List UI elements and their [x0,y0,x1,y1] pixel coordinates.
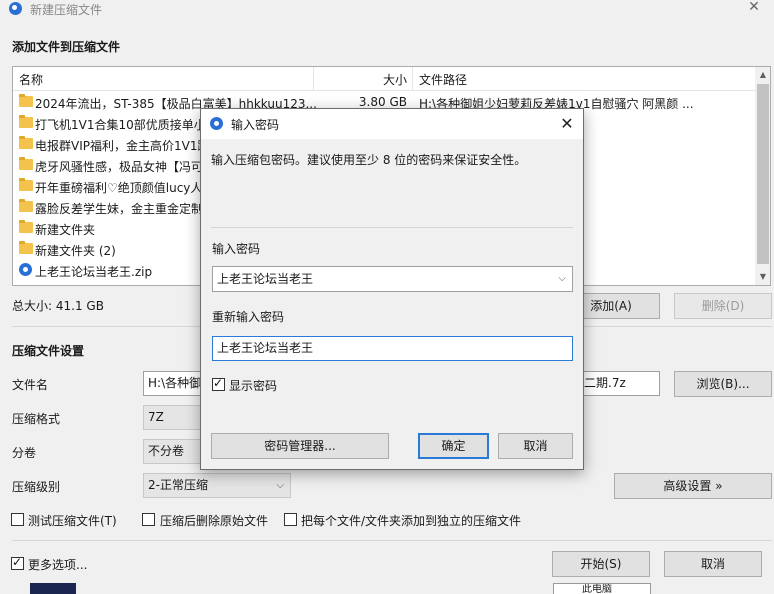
filename-value: H:\各种御 [148,376,202,390]
folder-icon [19,115,33,128]
password-input[interactable]: 上老王论坛当老王 ⌵ [212,266,573,292]
settings-heading: 压缩文件设置 [12,344,85,358]
browse-button[interactable]: 浏览(B)... [674,371,772,397]
test-archive-label: 测试压缩文件(T) [28,514,117,528]
password-dialog: 输入密码 ✕ 输入压缩包密码。建议使用至少 8 位的密码来保证安全性。 输入密码… [200,108,584,470]
level-select[interactable]: 2-正常压缩 ⌵ [143,473,291,498]
confirm-password-label: 重新输入密码 [212,310,285,324]
level-label: 压缩级别 [12,480,61,494]
confirm-password-value: 上老王论坛当老王 [217,341,314,355]
main-cancel-button[interactable]: 取消 [664,551,762,577]
filename-tail: 二期.7z [584,376,626,390]
folder-icon [19,136,33,149]
split-label: 分卷 [12,446,37,460]
chevron-down-icon: ⌵ [276,480,284,491]
remove-button[interactable]: 删除(D) [674,293,772,319]
dialog-cancel-button[interactable]: 取消 [498,433,573,459]
scroll-down-arrow-icon[interactable]: ▼ [755,269,770,285]
app-logo-icon [9,2,22,15]
dialog-hint: 输入压缩包密码。建议使用至少 8 位的密码来保证安全性。 [211,153,527,167]
format-label: 压缩格式 [12,412,61,426]
file-list-scrollbar[interactable]: ▲ ▼ [755,67,770,285]
total-size: 总大小: 41.1 GB [12,299,104,313]
scroll-up-arrow-icon[interactable]: ▲ [755,67,770,83]
separate-archives-checkbox[interactable] [284,513,297,526]
section-divider [12,540,772,541]
password-value: 上老王论坛当老王 [217,272,314,286]
dialog-body: 输入压缩包密码。建议使用至少 8 位的密码来保证安全性。 输入密码 上老王论坛当… [201,139,583,469]
chevron-down-icon[interactable]: ⌵ [558,267,566,291]
add-files-heading: 添加文件到压缩文件 [12,40,121,54]
folder-icon [19,241,33,254]
folder-icon [19,178,33,191]
confirm-password-input[interactable]: 上老王论坛当老王 [212,336,573,361]
advanced-settings-button[interactable]: 高级设置 » [614,473,772,499]
start-button[interactable]: 开始(S) [552,551,650,577]
dialog-divider [211,227,573,228]
folder-icon [19,157,33,170]
delete-after-checkbox[interactable] [142,513,155,526]
show-password-checkbox[interactable] [212,376,225,391]
window-titlebar: 新建压缩文件 ✕ [0,0,774,18]
column-divider [412,67,413,91]
scroll-thumb[interactable] [757,84,769,264]
folder-icon [19,220,33,233]
password-label: 输入密码 [212,242,261,256]
filename-label: 文件名 [12,378,49,392]
file-list-header: 名称 大小 文件路径 [13,67,755,91]
archive-file-icon [19,263,32,276]
dialog-close-button[interactable]: ✕ [553,112,581,136]
dialog-titlebar: 输入密码 ✕ [201,109,583,139]
separate-archives-label: 把每个文件/文件夹添加到独立的压缩文件 [301,514,522,528]
split-value: 不分卷 [148,444,185,458]
taskbar-peek: 此电脑 [0,583,774,594]
column-size[interactable]: 大小 [313,71,407,88]
ok-button[interactable]: 确定 [418,433,489,459]
column-name[interactable]: 名称 [19,71,43,88]
show-password-label: 显示密码 [229,379,278,393]
folder-icon [19,94,33,107]
taskbar-thumbnail [30,583,76,594]
test-archive-checkbox[interactable] [11,513,24,526]
window-close-button[interactable]: ✕ [736,0,772,18]
more-options-label: 更多选项... [28,558,88,572]
this-pc-item[interactable]: 此电脑 [553,583,651,594]
level-value: 2-正常压缩 [148,478,208,492]
window-title: 新建压缩文件 [30,3,103,17]
more-options-checkbox[interactable] [11,555,24,570]
folder-icon [19,199,33,212]
file-size: 3.80 GB [358,95,407,109]
column-path[interactable]: 文件路径 [419,71,467,88]
password-manager-button[interactable]: 密码管理器... [211,433,389,459]
app-logo-icon [210,117,223,130]
format-value: 7Z [148,410,164,424]
dialog-title: 输入密码 [231,118,280,132]
delete-after-label: 压缩后删除原始文件 [160,514,269,528]
